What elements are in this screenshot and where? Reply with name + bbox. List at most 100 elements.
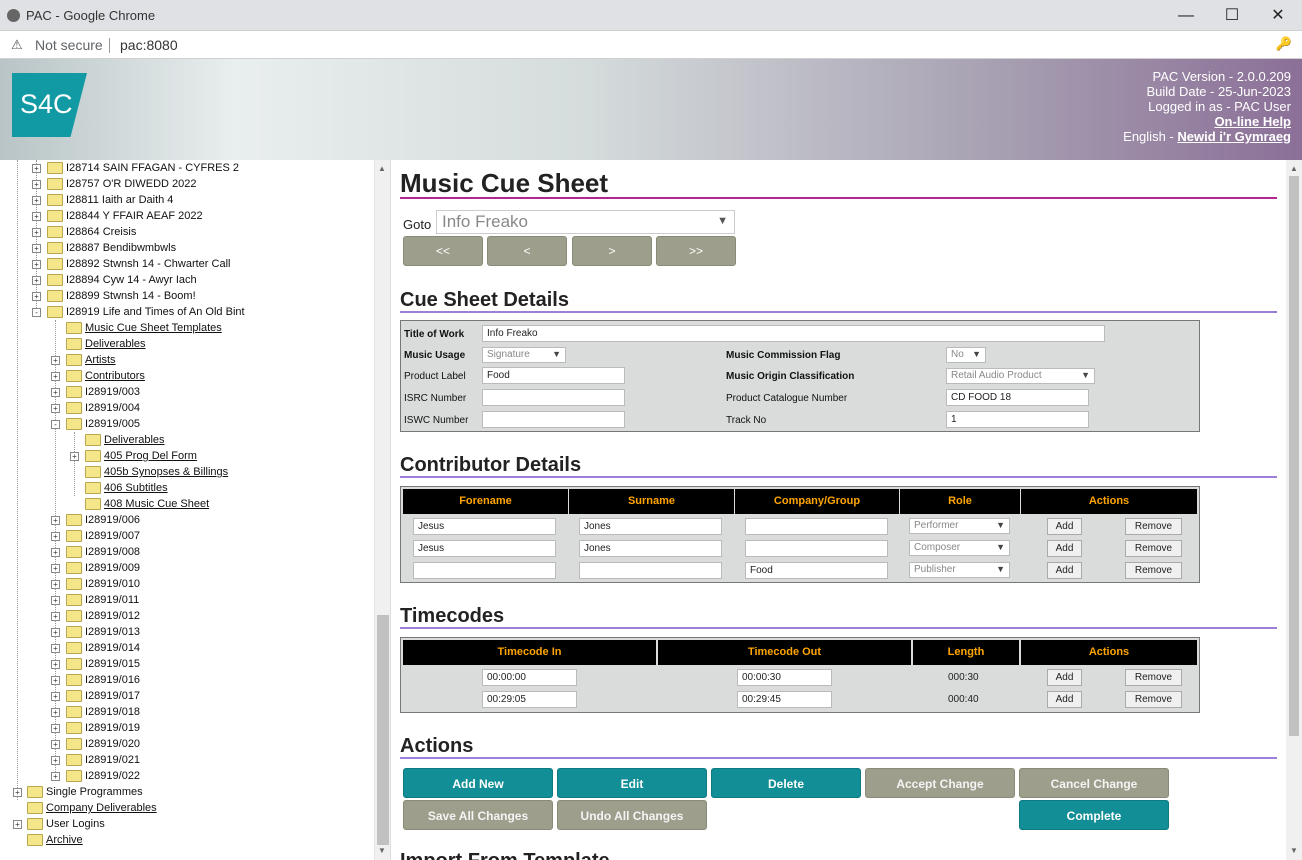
tree-node-label[interactable]: I28919/013 [85,626,140,638]
tree-node-label[interactable]: I28919/016 [85,674,140,686]
tree-node[interactable]: + I28864 Creisis [0,224,370,240]
complete-button[interactable]: Complete [1019,800,1169,830]
expand-icon[interactable]: + [51,708,60,717]
scroll-up-arrow[interactable]: ▲ [1290,164,1298,173]
tree-node[interactable]: + Artists [0,352,370,368]
tree-node[interactable]: + I28919/007 [0,528,370,544]
expand-icon[interactable]: + [51,756,60,765]
tree-node[interactable]: Music Cue Sheet Templates [0,320,370,336]
add-contributor-button[interactable]: Add [1047,518,1082,535]
expand-icon[interactable]: + [51,660,60,669]
edit-button[interactable]: Edit [557,768,707,798]
expand-icon[interactable]: + [32,260,41,269]
tree-node-label[interactable]: I28844 Y FFAIR AEAF 2022 [66,210,203,222]
expand-icon[interactable]: + [51,644,60,653]
scroll-down-arrow[interactable]: ▼ [1290,846,1298,855]
online-help-link[interactable]: On-line Help [1214,114,1291,129]
timecode-in-input[interactable]: 00:29:05 [482,691,577,708]
add-contributor-button[interactable]: Add [1047,540,1082,557]
title-of-work-input[interactable]: Info Freako [482,325,1105,342]
add-timecode-button[interactable]: Add [1047,691,1082,708]
tree-node-label[interactable]: User Logins [46,818,105,830]
add-contributor-button[interactable]: Add [1047,562,1082,579]
forename-input[interactable] [413,562,556,579]
tree-node-label[interactable]: I28919/008 [85,546,140,558]
scroll-down-arrow[interactable]: ▼ [378,846,386,855]
tree-node[interactable]: 408 Music Cue Sheet [0,496,370,512]
music-commission-flag-select[interactable]: No ▼ [946,347,986,363]
tree-node[interactable]: + I28811 Iaith ar Daith 4 [0,192,370,208]
tree-node-label[interactable]: Company Deliverables [46,802,157,814]
save-all-changes-button[interactable]: Save All Changes [403,800,553,830]
tree-node[interactable]: + Single Programmes [0,784,370,800]
tree-node[interactable]: + I28887 Bendibwmbwls [0,240,370,256]
expand-icon[interactable]: + [51,740,60,749]
role-select[interactable]: Publisher ▼ [909,562,1010,578]
collapse-icon[interactable]: - [32,308,41,317]
expand-icon[interactable]: + [32,276,41,285]
expand-icon[interactable]: + [32,180,41,189]
product-label-input[interactable]: Food [482,367,625,384]
tree-node-label[interactable]: I28919/003 [85,386,140,398]
surname-input[interactable] [579,562,722,579]
tree-node-label[interactable]: I28864 Creisis [66,226,136,238]
expand-icon[interactable]: + [51,724,60,733]
tree-node[interactable]: + I28919/011 [0,592,370,608]
tree-node[interactable]: + I28919/020 [0,736,370,752]
tree-node[interactable]: + User Logins [0,816,370,832]
surname-input[interactable]: Jones [579,518,722,535]
tree-node-label[interactable]: I28919/017 [85,690,140,702]
tree-node[interactable]: + I28894 Cyw 14 - Awyr Iach [0,272,370,288]
delete-button[interactable]: Delete [711,768,861,798]
tree-node-label[interactable]: Deliverables [85,338,146,350]
tree-node-label[interactable]: 406 Subtitles [104,482,168,494]
tree-node-label[interactable]: I28919/005 [85,418,140,430]
tree-node-label[interactable]: I28811 Iaith ar Daith 4 [66,194,173,206]
tree-node[interactable]: + I28714 SAIN FFAGAN - CYFRES 2 [0,160,370,176]
tree-node[interactable]: + I28899 Stwnsh 14 - Boom! [0,288,370,304]
role-select[interactable]: Performer ▼ [909,518,1010,534]
tree-node[interactable]: + Contributors [0,368,370,384]
tree-node[interactable]: + I28892 Stwnsh 14 - Chwarter Call [0,256,370,272]
tree-node[interactable]: + I28919/012 [0,608,370,624]
music-origin-classification-select[interactable]: Retail Audio Product ▼ [946,368,1095,384]
minimize-button[interactable]: — [1163,2,1209,30]
expand-icon[interactable]: + [13,788,22,797]
tree-node[interactable]: + I28757 O'R DIWEDD 2022 [0,176,370,192]
first-button[interactable]: << [403,236,483,266]
tree-node[interactable]: Deliverables [0,336,370,352]
tree-node[interactable]: + I28919/015 [0,656,370,672]
maximize-button[interactable]: ☐ [1209,2,1255,30]
expand-icon[interactable]: + [32,244,41,253]
main-scroll-thumb[interactable] [1289,176,1299,736]
collapse-icon[interactable]: - [51,420,60,429]
track-no-input[interactable]: 1 [946,411,1089,428]
tree-node[interactable]: + I28919/009 [0,560,370,576]
tree-node[interactable]: + I28919/006 [0,512,370,528]
previous-button[interactable]: < [487,236,567,266]
expand-icon[interactable]: + [51,628,60,637]
role-select[interactable]: Composer ▼ [909,540,1010,556]
tree-node[interactable]: + I28919/017 [0,688,370,704]
tree-node-label[interactable]: I28919/022 [85,770,140,782]
tree-node-label[interactable]: I28919/015 [85,658,140,670]
tree-node[interactable]: + I28919/021 [0,752,370,768]
tree-node[interactable]: + I28844 Y FFAIR AEAF 2022 [0,208,370,224]
tree-node-label[interactable]: Deliverables [104,434,165,446]
expand-icon[interactable]: + [51,532,60,541]
tree-node-label[interactable]: I28892 Stwnsh 14 - Chwarter Call [66,258,230,270]
tree-node[interactable]: + I28919/014 [0,640,370,656]
tree-node-label[interactable]: I28919/020 [85,738,140,750]
tree-node-label[interactable]: I28919/010 [85,578,140,590]
tree-node-label[interactable]: 405b Synopses & Billings [104,466,228,478]
tree-node-label[interactable]: I28919/019 [85,722,140,734]
tree-node[interactable]: + I28919/003 [0,384,370,400]
tree-node[interactable]: + I28919/016 [0,672,370,688]
tree-node-label[interactable]: I28714 SAIN FFAGAN - CYFRES 2 [66,162,239,174]
not-secure-label[interactable]: Not secure [35,37,103,53]
timecode-out-input[interactable]: 00:29:45 [737,691,832,708]
remove-contributor-button[interactable]: Remove [1125,518,1182,535]
expand-icon[interactable]: + [51,372,60,381]
tree-node[interactable]: + I28919/019 [0,720,370,736]
expand-icon[interactable]: + [51,388,60,397]
